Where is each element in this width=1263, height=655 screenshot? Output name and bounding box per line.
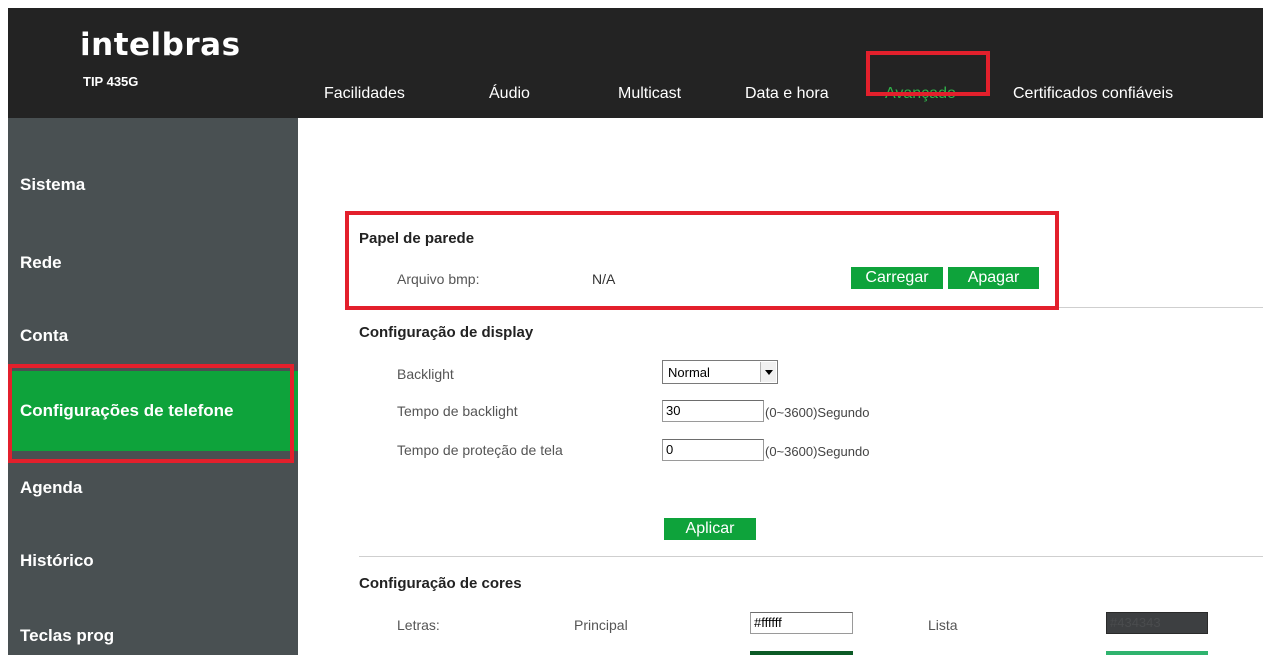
sidebar-item-rede[interactable]: Rede <box>8 228 298 298</box>
backlight-select-value: Normal <box>668 365 710 380</box>
backlight-time-hint: (0~3600)Segundo <box>765 405 870 420</box>
sidebar-item-sistema[interactable]: Sistema <box>8 150 298 220</box>
backlight-time-label: Tempo de backlight <box>397 403 518 419</box>
main-color-input[interactable]: #ffffff <box>750 612 853 634</box>
top-header: intelbras TIP 435G Facilidades Áudio Mul… <box>8 8 1263 118</box>
colors-section-title: Configuração de cores <box>359 575 522 592</box>
list-color-input[interactable]: #434343 <box>1106 612 1208 634</box>
screensaver-time-label: Tempo de proteção de tela <box>397 442 563 458</box>
color-swatch-partial <box>750 651 853 655</box>
sidebar-item-teclas-prog[interactable]: Teclas prog <box>8 601 298 655</box>
wallpaper-highlight-box <box>345 211 1059 310</box>
sidebar-item-conta[interactable]: Conta <box>8 301 298 371</box>
screensaver-time-hint: (0~3600)Segundo <box>765 444 870 459</box>
backlight-label: Backlight <box>397 366 454 382</box>
display-section-title: Configuração de display <box>359 324 534 341</box>
tab-audio[interactable]: Áudio <box>489 84 530 104</box>
tab-facilidades[interactable]: Facilidades <box>324 84 405 104</box>
apply-button[interactable]: Aplicar <box>664 518 756 540</box>
screensaver-time-input[interactable]: 0 <box>662 439 764 461</box>
sidebar-item-historico[interactable]: Histórico <box>8 526 298 596</box>
list-color-label: Lista <box>928 617 958 633</box>
section-divider <box>359 556 1263 557</box>
chevron-down-icon[interactable] <box>760 362 776 382</box>
letters-label: Letras: <box>397 617 440 633</box>
tab-multicast[interactable]: Multicast <box>618 84 681 104</box>
main-color-label: Principal <box>574 617 628 633</box>
tab-highlight-box <box>866 51 990 96</box>
backlight-time-input[interactable]: 30 <box>662 400 764 422</box>
tab-certificados-confiaveis[interactable]: Certificados confiáveis <box>1013 84 1173 104</box>
settings-page: intelbras TIP 435G Facilidades Áudio Mul… <box>0 0 1263 655</box>
section-divider <box>1059 307 1263 308</box>
sidebar-highlight-box <box>8 364 294 463</box>
tab-data-e-hora[interactable]: Data e hora <box>745 84 829 104</box>
sidebar-item-agenda[interactable]: Agenda <box>8 453 298 523</box>
backlight-select[interactable]: Normal <box>662 360 778 384</box>
brand-logo: intelbras <box>80 27 241 63</box>
device-model: TIP 435G <box>83 74 139 89</box>
color-swatch-partial <box>1106 651 1208 655</box>
